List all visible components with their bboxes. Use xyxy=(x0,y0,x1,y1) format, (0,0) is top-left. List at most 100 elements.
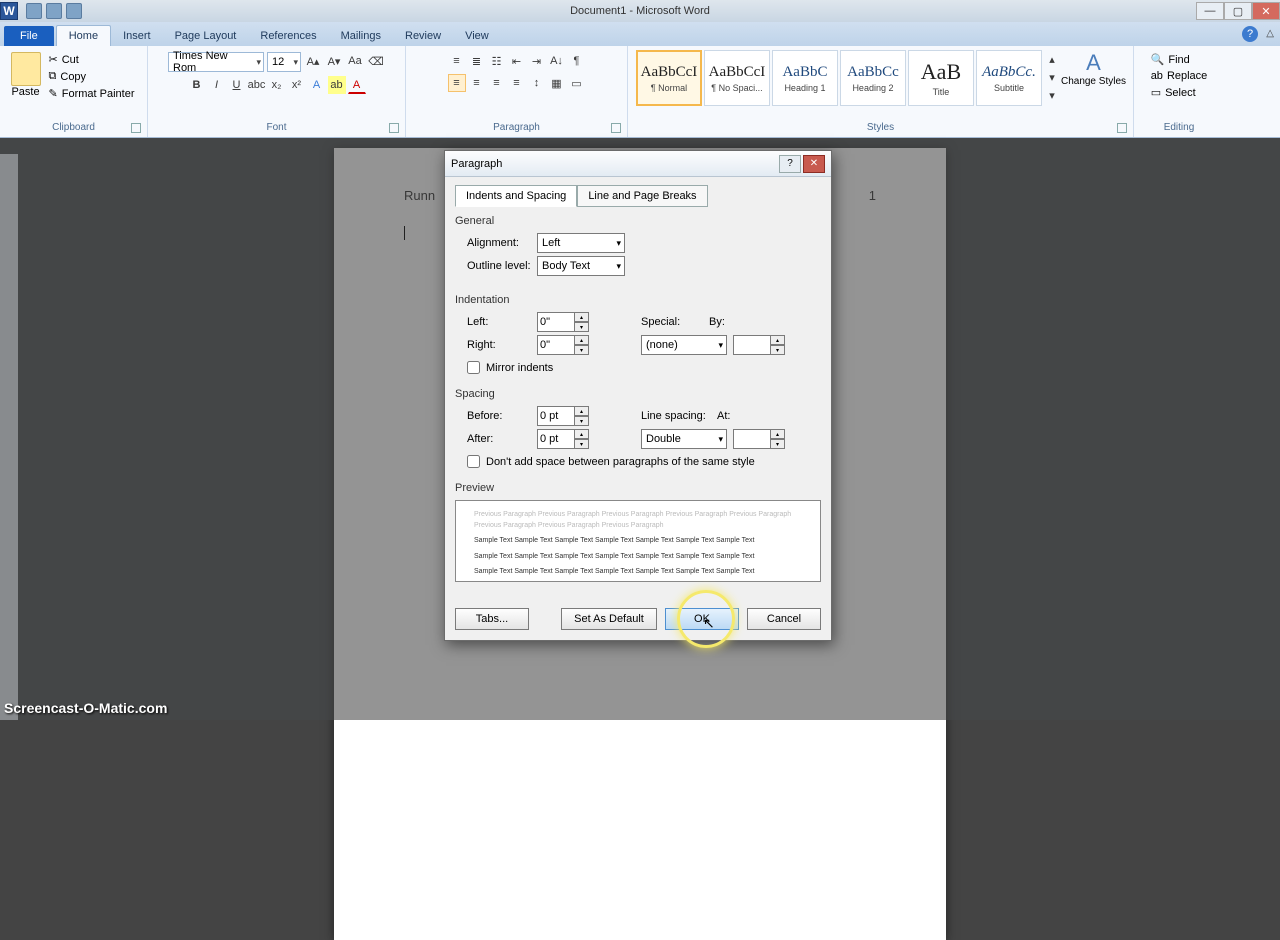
shading-icon[interactable]: ▦ xyxy=(548,74,566,92)
dialog-launcher-icon[interactable] xyxy=(1117,123,1127,133)
minimize-button[interactable]: — xyxy=(1196,2,1224,20)
mirror-indents-label: Mirror indents xyxy=(486,362,553,374)
tab-insert[interactable]: Insert xyxy=(111,26,163,46)
tab-review[interactable]: Review xyxy=(393,26,453,46)
justify-icon[interactable]: ≡ xyxy=(508,74,526,92)
cancel-button[interactable]: Cancel xyxy=(747,608,821,630)
strikethrough-icon[interactable]: abc xyxy=(248,76,266,94)
close-button[interactable]: ✕ xyxy=(1252,2,1280,20)
tab-references[interactable]: References xyxy=(248,26,328,46)
find-button[interactable]: 🔍Find xyxy=(1149,52,1210,67)
mirror-indents-checkbox[interactable] xyxy=(467,361,480,374)
style-heading1[interactable]: AaBbCHeading 1 xyxy=(772,50,838,106)
line-spacing-icon[interactable]: ↕ xyxy=(528,74,546,92)
indent-right-label: Right: xyxy=(467,339,531,351)
alignment-select[interactable]: Left xyxy=(537,233,625,253)
change-styles-button[interactable]: A Change Styles xyxy=(1061,50,1126,106)
text-effects-icon[interactable]: A xyxy=(308,76,326,94)
dialog-launcher-icon[interactable] xyxy=(611,123,621,133)
no-space-checkbox[interactable] xyxy=(467,455,480,468)
dialog-close-button[interactable]: ✕ xyxy=(803,155,825,173)
find-icon: 🔍 xyxy=(1151,53,1165,66)
tab-file[interactable]: File xyxy=(4,26,54,46)
by-spinner[interactable]: ▴▾ xyxy=(733,335,785,355)
sort-icon[interactable]: A↓ xyxy=(548,52,566,70)
styles-scroll-down-icon[interactable]: ▾ xyxy=(1043,68,1061,86)
tabs-button[interactable]: Tabs... xyxy=(455,608,529,630)
special-select[interactable]: (none) xyxy=(641,335,727,355)
dialog-titlebar[interactable]: Paragraph ? ✕ xyxy=(445,151,831,177)
font-name-combo[interactable]: Times New Rom xyxy=(168,52,264,72)
bold-icon[interactable]: B xyxy=(188,76,206,94)
borders-icon[interactable]: ▭ xyxy=(568,74,586,92)
increase-indent-icon[interactable]: ⇥ xyxy=(528,52,546,70)
style-no-spacing[interactable]: AaBbCcI¶ No Spaci... xyxy=(704,50,770,106)
tab-indents-spacing[interactable]: Indents and Spacing xyxy=(455,185,577,207)
styles-more-icon[interactable]: ▾ xyxy=(1043,86,1061,104)
set-default-button[interactable]: Set As Default xyxy=(561,608,657,630)
group-editing: 🔍Find abReplace ▭Select Editing xyxy=(1134,46,1224,137)
align-right-icon[interactable]: ≡ xyxy=(488,74,506,92)
undo-icon[interactable] xyxy=(46,3,62,19)
format-painter-button[interactable]: ✎Format Painter xyxy=(47,86,137,101)
subscript-icon[interactable]: x₂ xyxy=(268,76,286,94)
tab-mailings[interactable]: Mailings xyxy=(329,26,393,46)
dialog-help-button[interactable]: ? xyxy=(779,155,801,173)
align-left-icon[interactable]: ≡ xyxy=(448,74,466,92)
by-label: By: xyxy=(709,316,753,328)
styles-scroll-up-icon[interactable]: ▴ xyxy=(1043,50,1061,68)
section-indentation: Indentation xyxy=(455,294,821,306)
show-marks-icon[interactable]: ¶ xyxy=(568,52,586,70)
clear-formatting-icon[interactable]: ⌫ xyxy=(367,52,385,70)
redo-icon[interactable] xyxy=(66,3,82,19)
style-heading2[interactable]: AaBbCcHeading 2 xyxy=(840,50,906,106)
tab-line-breaks[interactable]: Line and Page Breaks xyxy=(577,185,707,207)
select-button[interactable]: ▭Select xyxy=(1149,85,1210,100)
group-label: Font xyxy=(154,120,399,135)
superscript-icon[interactable]: x² xyxy=(288,76,306,94)
maximize-button[interactable]: ▢ xyxy=(1224,2,1252,20)
change-styles-icon: A xyxy=(1086,50,1101,76)
indent-left-spinner[interactable]: ▴▾ xyxy=(537,312,589,332)
font-color-icon[interactable]: A xyxy=(348,76,366,94)
align-center-icon[interactable]: ≡ xyxy=(468,74,486,92)
replace-icon: ab xyxy=(1151,70,1163,82)
style-subtitle[interactable]: AaBbCc.Subtitle xyxy=(976,50,1042,106)
ribbon-minimize-icon[interactable]: △ xyxy=(1266,28,1274,39)
at-spinner[interactable]: ▴▾ xyxy=(733,429,785,449)
numbering-icon[interactable]: ≣ xyxy=(468,52,486,70)
ok-button[interactable]: OK xyxy=(665,608,739,630)
style-normal[interactable]: AaBbCcI¶ Normal xyxy=(636,50,702,106)
cut-button[interactable]: ✂Cut xyxy=(47,52,137,67)
after-label: After: xyxy=(467,433,531,445)
highlight-icon[interactable]: ab xyxy=(328,76,346,94)
dialog-launcher-icon[interactable] xyxy=(389,123,399,133)
indent-right-spinner[interactable]: ▴▾ xyxy=(537,335,589,355)
tab-view[interactable]: View xyxy=(453,26,501,46)
save-icon[interactable] xyxy=(26,3,42,19)
outline-select[interactable]: Body Text xyxy=(537,256,625,276)
grow-font-icon[interactable]: A▴ xyxy=(304,52,322,70)
tab-page-layout[interactable]: Page Layout xyxy=(163,26,249,46)
help-icon[interactable]: ? xyxy=(1242,26,1258,42)
replace-button[interactable]: abReplace xyxy=(1149,69,1210,83)
tab-home[interactable]: Home xyxy=(56,25,111,46)
multilevel-icon[interactable]: ☷ xyxy=(488,52,506,70)
line-spacing-select[interactable]: Double xyxy=(641,429,727,449)
before-spinner[interactable]: ▴▾ xyxy=(537,406,589,426)
after-spinner[interactable]: ▴▾ xyxy=(537,429,589,449)
font-size-combo[interactable]: 12 xyxy=(267,52,301,72)
change-case-icon[interactable]: Aa xyxy=(346,52,364,70)
shrink-font-icon[interactable]: A▾ xyxy=(325,52,343,70)
window-title: Document1 - Microsoft Word xyxy=(570,5,710,17)
watermark: Screencast-O-Matic.com xyxy=(4,700,167,716)
group-label: Styles xyxy=(634,120,1127,135)
underline-icon[interactable]: U xyxy=(228,76,246,94)
style-title[interactable]: AaBTitle xyxy=(908,50,974,106)
italic-icon[interactable]: I xyxy=(208,76,226,94)
bullets-icon[interactable]: ≡ xyxy=(448,52,466,70)
decrease-indent-icon[interactable]: ⇤ xyxy=(508,52,526,70)
dialog-launcher-icon[interactable] xyxy=(131,123,141,133)
paste-button[interactable]: Paste xyxy=(11,52,41,98)
copy-button[interactable]: ⧉Copy xyxy=(47,69,137,84)
